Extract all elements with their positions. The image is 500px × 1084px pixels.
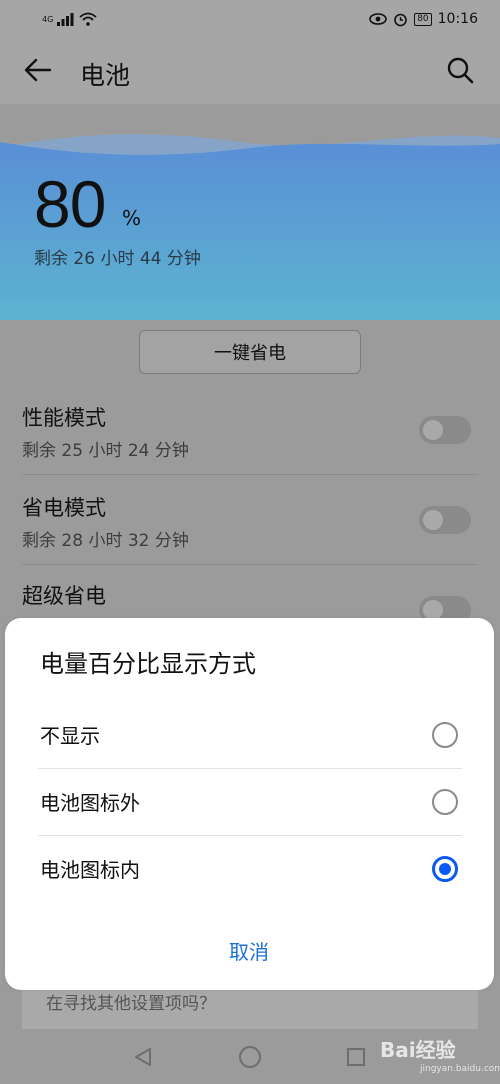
toggle-knob (423, 420, 443, 440)
search-icon (447, 57, 474, 84)
square-recents-icon (347, 1048, 365, 1066)
percentage-display-dialog: 电量百分比显示方式 不显示 电池图标外 电池图标内 取消 (5, 618, 494, 990)
find-more-label: 在寻找其他设置项吗？ (46, 994, 216, 1014)
watermark-site: jingyan.baidu.com (420, 1064, 500, 1074)
signal-icon (57, 12, 74, 26)
power-saving-mode-row[interactable]: 省电模式 剩余 28 小时 32 分钟 (0, 476, 500, 564)
nav-home-button[interactable] (237, 1044, 263, 1070)
mode-title: 省电模式 (22, 496, 106, 520)
search-button[interactable] (444, 54, 476, 86)
status-bar: 4G 80 10:16 (0, 0, 500, 38)
power-saving-mode-toggle[interactable] (419, 506, 471, 534)
radio-button-selected[interactable] (432, 856, 458, 882)
percent-sign: % (122, 206, 142, 230)
mode-subtitle: 剩余 28 小时 32 分钟 (22, 531, 189, 551)
mode-title: 性能模式 (22, 406, 106, 430)
network-type: 4G (42, 14, 54, 24)
app-bar: 电池 (0, 38, 500, 104)
status-left: 4G (42, 12, 97, 26)
divider (22, 564, 478, 565)
option-label: 电池图标外 (40, 791, 140, 815)
option-outside-battery-icon[interactable]: 电池图标外 (38, 769, 462, 835)
option-label: 不显示 (40, 724, 100, 748)
back-button[interactable] (22, 54, 54, 86)
triangle-back-icon (135, 1048, 151, 1066)
watermark-logo: Bai经验 (380, 1038, 456, 1062)
performance-mode-toggle[interactable] (419, 416, 471, 444)
performance-mode-row[interactable]: 性能模式 剩余 25 小时 24 分钟 (0, 386, 500, 474)
battery-remaining: 剩余 26 小时 44 分钟 (34, 249, 201, 269)
cancel-button[interactable]: 取消 (199, 932, 299, 968)
one-key-power-save-button[interactable]: 一键省电 (139, 330, 361, 374)
battery-indicator: 80 (414, 12, 432, 26)
circle-home-icon (239, 1046, 261, 1068)
nav-recents-button[interactable] (343, 1044, 369, 1070)
toggle-knob (423, 600, 443, 620)
mode-title: 超级省电 (22, 584, 106, 608)
radio-button[interactable] (432, 789, 458, 815)
toggle-knob (423, 510, 443, 530)
nav-back-button[interactable] (130, 1044, 156, 1070)
battery-percent: 80 (34, 167, 106, 241)
divider (22, 474, 478, 475)
status-right: 80 10:16 (369, 11, 478, 27)
page-title: 电池 (80, 61, 131, 90)
clock: 10:16 (437, 11, 478, 27)
option-hide[interactable]: 不显示 (38, 702, 462, 768)
radio-button[interactable] (432, 722, 458, 748)
radio-dot (439, 863, 451, 875)
wifi-icon (79, 12, 97, 26)
option-inside-battery-icon[interactable]: 电池图标内 (38, 836, 462, 902)
dialog-title: 电量百分比显示方式 (40, 650, 256, 678)
arrow-left-icon (24, 58, 52, 82)
battery-hero: 80 % 剩余 26 小时 44 分钟 (0, 104, 500, 320)
option-label: 电池图标内 (40, 858, 140, 882)
alarm-icon (394, 13, 407, 26)
mode-subtitle: 剩余 25 小时 24 分钟 (22, 441, 189, 461)
eye-comfort-icon (369, 13, 387, 25)
